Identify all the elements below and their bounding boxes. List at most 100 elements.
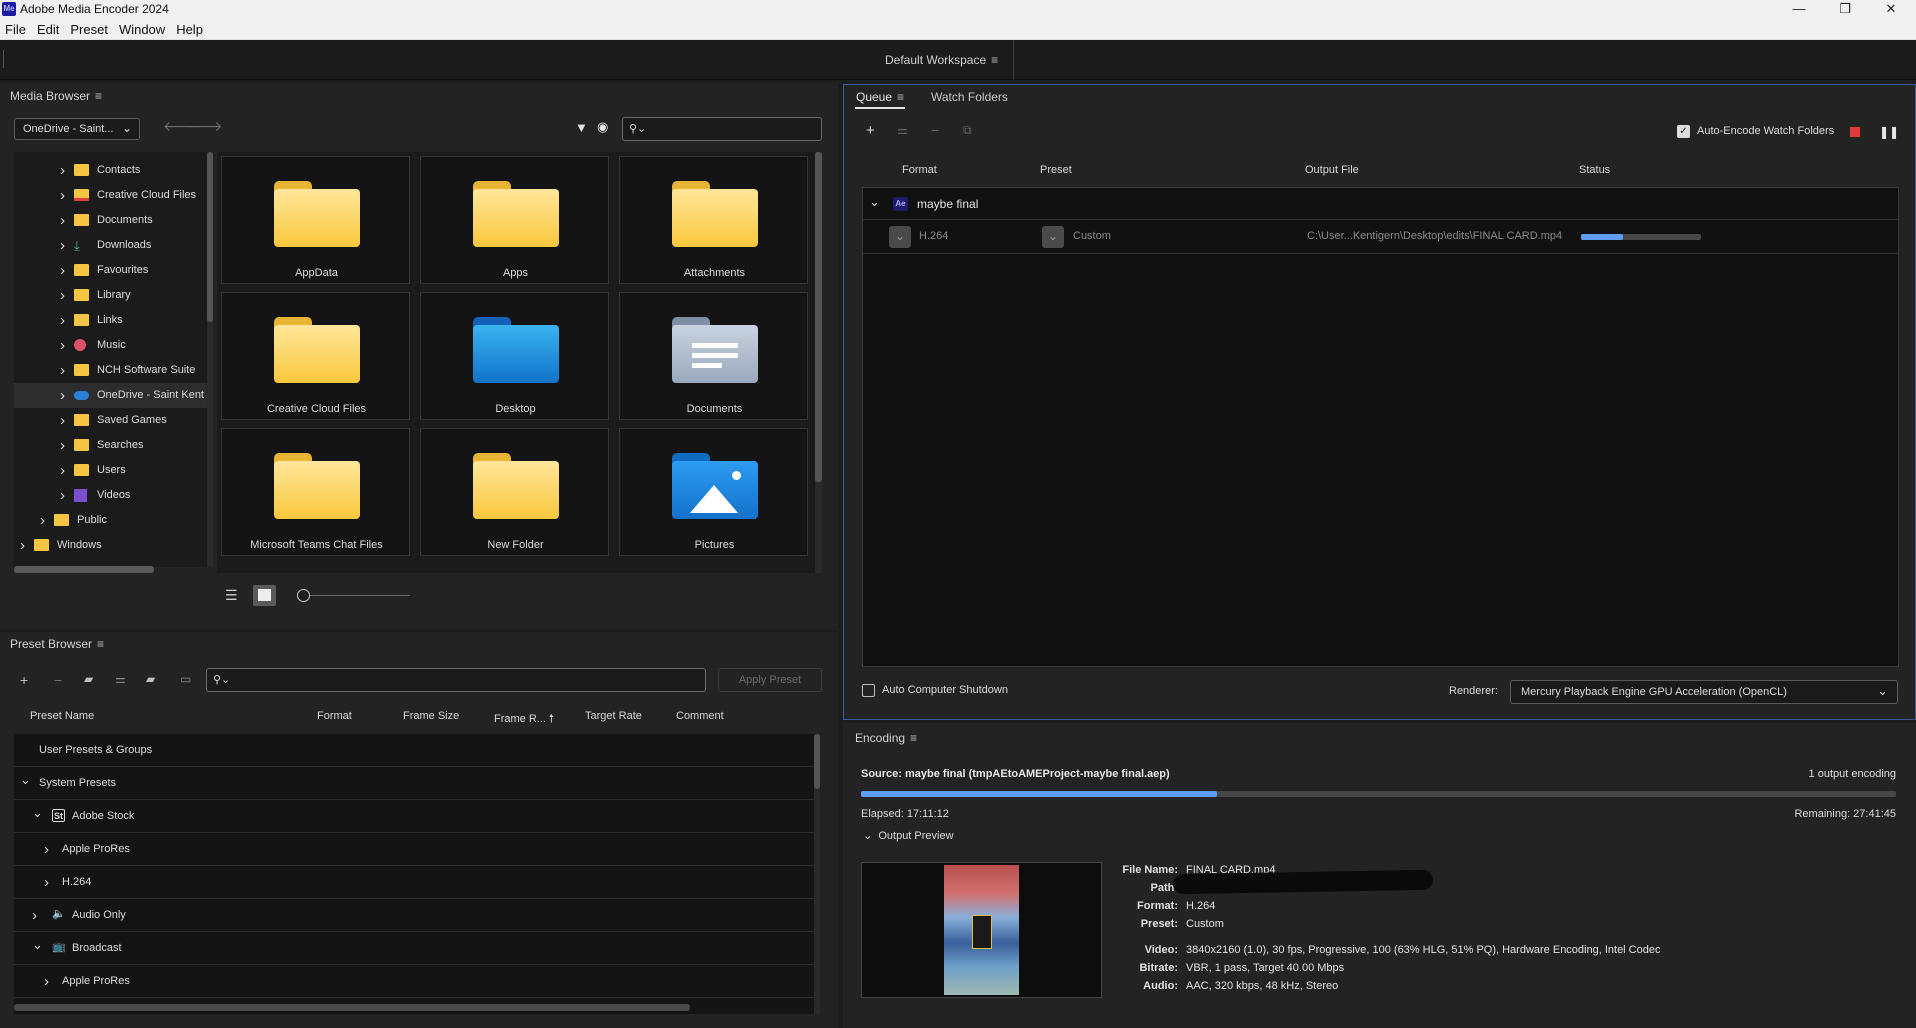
column-frame-rate[interactable]: Frame R... 🠕 — [494, 710, 554, 729]
chevron-right-icon[interactable]: › — [60, 358, 65, 383]
item-preset[interactable]: Custom — [1073, 230, 1111, 242]
chevron-right-icon[interactable]: › — [60, 258, 65, 283]
duplicate-icon[interactable]: ⧉ — [963, 123, 972, 138]
eye-icon[interactable]: ◉ — [597, 119, 608, 135]
output-preview-toggle[interactable]: ⌄ Output Preview — [863, 829, 954, 842]
preset-scrollbar[interactable] — [814, 734, 820, 1014]
queue-item-row[interactable]: ⌄ H.264 ⌄ Custom C:\User...Kentigern\Des… — [863, 220, 1898, 254]
media-tile[interactable]: Attachments — [619, 156, 808, 284]
media-tile[interactable]: New Folder — [420, 428, 609, 556]
chevron-right-icon[interactable]: › — [60, 433, 65, 458]
chevron-down-icon[interactable]: ⌄ — [869, 194, 880, 210]
queue-group-row[interactable]: ⌄ Ae maybe final — [863, 188, 1898, 220]
tab-queue[interactable]: Queue ≡ — [856, 90, 904, 104]
encoding-title[interactable]: Encoding ≡ — [855, 731, 917, 745]
tree-scrollbar[interactable] — [207, 152, 213, 567]
preset-browser-title[interactable]: Preset Browser ≡ — [10, 637, 104, 651]
preset-scroll-thumb[interactable] — [814, 734, 820, 789]
column-comment[interactable]: Comment — [676, 710, 724, 722]
panel-menu-icon[interactable]: ≡ — [95, 89, 102, 103]
chevron-down-icon[interactable]: ⌄ — [32, 796, 43, 829]
media-tile[interactable]: Desktop — [420, 292, 609, 420]
format-dropdown[interactable]: ⌄ — [889, 226, 911, 248]
tree-item[interactable]: › NCH Software Suite — [14, 358, 210, 383]
chevron-right-icon[interactable]: › — [44, 833, 49, 866]
chevron-right-icon[interactable]: › — [60, 458, 65, 483]
zoom-slider-handle[interactable] — [297, 589, 310, 602]
media-tile[interactable]: Microsoft Teams Chat Files — [221, 428, 410, 556]
menu-file[interactable]: File — [0, 19, 32, 37]
tree-item[interactable]: › Creative Cloud Files — [14, 183, 210, 208]
tree-item[interactable]: › Saved Games — [14, 408, 210, 433]
column-format[interactable]: Format — [317, 710, 352, 722]
tree-item[interactable]: › Links — [14, 308, 210, 333]
maximize-button[interactable]: ❐ — [1822, 0, 1868, 19]
preset-row[interactable]: User Presets & Groups — [14, 734, 814, 767]
tree-scroll-thumb[interactable] — [207, 152, 213, 322]
export-preset-icon[interactable]: ▭ — [180, 672, 191, 686]
preset-row[interactable]: ⌄ System Presets — [14, 767, 814, 800]
preset-row[interactable]: › H.264 — [14, 866, 814, 899]
item-format[interactable]: H.264 — [919, 230, 948, 242]
menu-edit[interactable]: Edit — [32, 19, 65, 37]
preset-dropdown[interactable]: ⌄ — [1042, 226, 1064, 248]
preset-row[interactable]: › Apple ProRes — [14, 965, 814, 998]
tree-item[interactable]: › Videos — [14, 483, 210, 508]
remove-preset-icon[interactable]: − — [54, 672, 62, 688]
minimize-button[interactable]: — — [1776, 0, 1822, 19]
menu-preset[interactable]: Preset — [65, 19, 114, 37]
tree-item[interactable]: › Favourites — [14, 258, 210, 283]
chevron-right-icon[interactable]: › — [60, 483, 65, 508]
column-format[interactable]: Format — [902, 164, 937, 176]
media-tile[interactable]: AppData — [221, 156, 410, 284]
tab-watch-folders[interactable]: Watch Folders — [931, 90, 1008, 104]
media-tile[interactable]: Creative Cloud Files — [221, 292, 410, 420]
chevron-right-icon[interactable]: › — [60, 383, 65, 408]
preset-row[interactable]: ⌄ 📺 Broadcast — [14, 932, 814, 965]
column-frame-size[interactable]: Frame Size — [403, 710, 459, 722]
filter-icon[interactable]: ▼ — [575, 120, 588, 135]
forward-arrow-icon[interactable]: 🡒 — [185, 118, 223, 135]
column-preset[interactable]: Preset — [1040, 164, 1072, 176]
chevron-right-icon[interactable]: › — [60, 158, 65, 183]
add-preset-icon[interactable]: + — [20, 672, 28, 688]
new-group-icon[interactable]: ▰ — [84, 672, 93, 686]
preset-row[interactable]: ⌄ St Adobe Stock — [14, 800, 814, 833]
item-output-file[interactable]: C:\User...Kentigern\Desktop\edits\FINAL … — [1307, 230, 1562, 242]
pause-queue-button[interactable]: ❚❚ — [1879, 125, 1899, 139]
tree-item[interactable]: › Public — [14, 508, 210, 533]
settings-sliders-icon[interactable]: ⚌ — [897, 123, 908, 137]
column-output-file[interactable]: Output File — [1305, 164, 1359, 176]
chevron-down-icon[interactable]: ⌄ — [20, 763, 31, 796]
settings-icon[interactable]: ⚌ — [115, 672, 126, 686]
add-source-icon[interactable]: + — [866, 122, 875, 139]
panel-menu-icon[interactable]: ≡ — [97, 637, 104, 651]
chevron-right-icon[interactable]: › — [44, 965, 49, 998]
import-preset-icon[interactable]: ▰ — [146, 672, 155, 686]
auto-encode-checkbox[interactable]: ✓ — [1677, 125, 1690, 138]
menu-help[interactable]: Help — [171, 19, 209, 37]
media-tile[interactable]: Apps — [420, 156, 609, 284]
close-button[interactable]: ✕ — [1868, 0, 1914, 19]
chevron-right-icon[interactable]: › — [40, 508, 45, 533]
workspace-switcher[interactable]: Default Workspace ≡ — [885, 53, 998, 67]
preset-hscrollbar[interactable] — [14, 1004, 690, 1011]
apply-preset-button[interactable]: Apply Preset — [718, 668, 822, 692]
menu-window[interactable]: Window — [114, 19, 171, 37]
tree-item[interactable]: › Library — [14, 283, 210, 308]
tree-item[interactable]: › Users — [14, 458, 210, 483]
chevron-right-icon[interactable]: › — [44, 866, 49, 899]
media-tile[interactable]: Documents — [619, 292, 808, 420]
column-preset-name[interactable]: Preset Name — [30, 710, 94, 722]
tree-item[interactable]: › OneDrive - Saint Kent — [14, 383, 210, 408]
chevron-down-icon[interactable]: ⌄ — [32, 928, 43, 961]
media-browser-title[interactable]: Media Browser ≡ — [10, 89, 102, 103]
tree-hscrollbar[interactable] — [14, 566, 154, 573]
location-dropdown[interactable]: OneDrive - Saint... ⌄ — [14, 118, 140, 140]
preset-search-input[interactable]: ⚲⌄ — [206, 668, 706, 692]
preset-row[interactable]: › 🔈 Audio Only — [14, 899, 814, 932]
chevron-right-icon[interactable]: › — [60, 233, 65, 258]
thumbnail-view-button[interactable] — [253, 585, 276, 606]
tree-item[interactable]: › Contacts — [14, 158, 210, 183]
grip-handle[interactable] — [3, 50, 4, 68]
